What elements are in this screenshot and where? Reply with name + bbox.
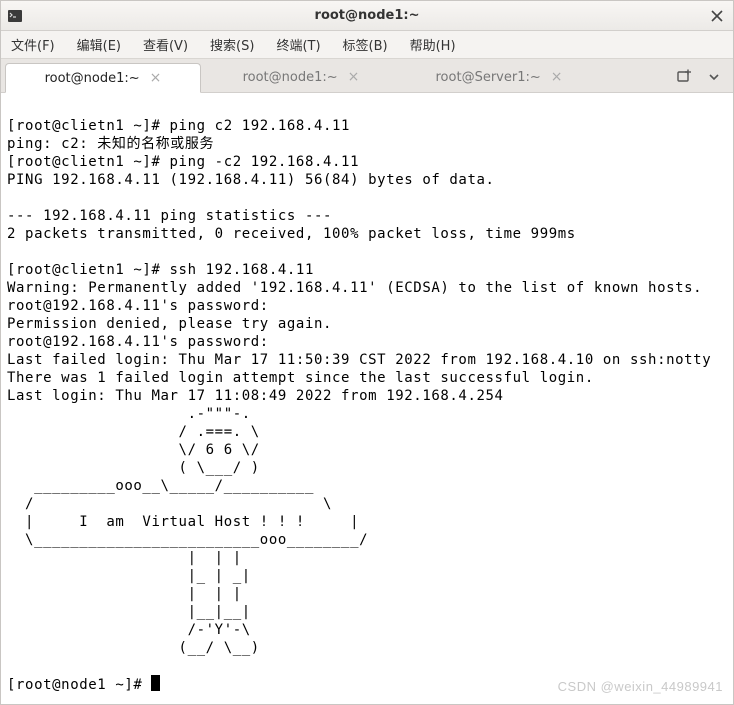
new-tab-button[interactable] [671,64,697,90]
terminal-line: root@192.168.4.11's password: [7,334,269,350]
menu-file[interactable]: 文件(F) [9,33,57,56]
terminal-line: | | | [7,586,242,602]
terminal-line: / \ [7,496,332,512]
terminal-line: .-"""-. [7,406,251,422]
menu-edit[interactable]: 编辑(E) [75,33,123,56]
terminal-window: root@node1:~ 文件(F) 编辑(E) 查看(V) 搜索(S) 终端(… [0,0,734,705]
chevron-down-icon [709,72,719,82]
terminal-line: Last failed login: Thu Mar 17 11:50:39 C… [7,352,711,368]
close-icon [711,10,723,22]
terminal-line: root@192.168.4.11's password: [7,298,269,314]
close-button[interactable] [707,6,727,26]
terminal-line: (__/ \__) [7,640,260,656]
menubar: 文件(F) 编辑(E) 查看(V) 搜索(S) 终端(T) 标签(B) 帮助(H… [1,31,733,59]
terminal-line: /-'Y'-\ [7,622,251,638]
menu-search[interactable]: 搜索(S) [208,33,256,56]
terminal-line: 2 packets transmitted, 0 received, 100% … [7,226,576,242]
terminal-line: |__|__| [7,604,251,620]
tab-server1[interactable]: root@Server1:~ × [401,62,597,92]
terminal-line: |_ | _| [7,568,251,584]
terminal-output[interactable]: [root@clietn1 ~]# ping c2 192.168.4.11 p… [1,93,733,704]
terminal-line: Last login: Thu Mar 17 11:08:49 2022 fro… [7,388,504,404]
tab-close-node1b[interactable]: × [348,69,360,85]
watermark: CSDN @weixin_44989941 [558,678,723,696]
tab-label: root@Server1:~ [436,70,541,85]
titlebar: root@node1:~ [1,1,733,31]
terminal-line: / .===. \ [7,424,260,440]
tab-label: root@node1:~ [45,71,140,86]
tab-label: root@node1:~ [243,70,338,85]
terminal-line: [root@clietn1 ~]# ping c2 192.168.4.11 [7,118,350,134]
terminal-line: PING 192.168.4.11 (192.168.4.11) 56(84) … [7,172,495,188]
terminal-line: Permission denied, please try again. [7,316,332,332]
tab-menu-button[interactable] [701,64,727,90]
tabbar: root@node1:~ × root@node1:~ × root@Serve… [1,59,733,93]
menu-tabs[interactable]: 标签(B) [341,33,390,56]
terminal-line: \_________________________ooo________/ [7,532,368,548]
terminal-prompt: [root@node1 ~]# [7,677,151,693]
tab-node1a[interactable]: root@node1:~ × [5,63,201,93]
terminal-line: _________ooo__\_____/__________ [7,478,314,494]
menu-view[interactable]: 查看(V) [141,33,190,56]
terminal-line: There was 1 failed login attempt since t… [7,370,594,386]
terminal-line: ( \___/ ) [7,460,260,476]
terminal-line: --- 192.168.4.11 ping statistics --- [7,208,332,224]
terminal-line: [root@clietn1 ~]# ssh 192.168.4.11 [7,262,314,278]
menu-terminal[interactable]: 终端(T) [274,33,322,56]
terminal-line: \/ 6 6 \/ [7,442,260,458]
window-title: root@node1:~ [1,8,733,23]
terminal-line: Warning: Permanently added '192.168.4.11… [7,280,702,296]
tab-close-server1[interactable]: × [551,69,563,85]
tab-close-node1a[interactable]: × [150,70,162,86]
new-tab-icon [676,69,692,85]
tab-node1b[interactable]: root@node1:~ × [203,62,399,92]
terminal-cursor [151,675,160,691]
terminal-app-icon [7,8,23,24]
terminal-line: | | | [7,550,242,566]
terminal-line: ping: c2: 未知的名称或服务 [7,136,214,152]
menu-help[interactable]: 帮助(H) [408,33,458,56]
terminal-line: | I am Virtual Host ! ! ! | [7,514,359,530]
terminal-line: [root@clietn1 ~]# ping -c2 192.168.4.11 [7,154,359,170]
